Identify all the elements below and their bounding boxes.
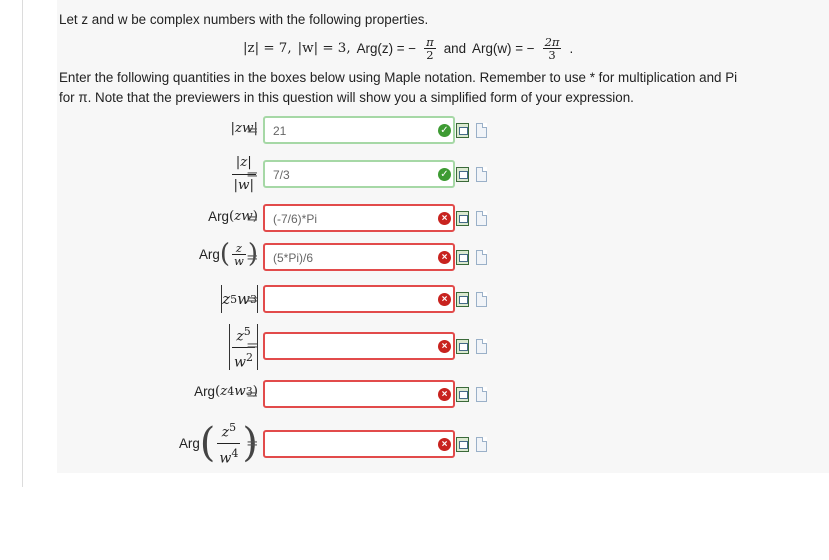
document-help-icon[interactable] [476, 123, 487, 138]
answer-input-4[interactable]: (5*Pi)/6 [263, 243, 455, 271]
equation-preview-icon[interactable] [456, 339, 469, 354]
equals-sign: = [246, 248, 259, 266]
arg-z-fraction: π 2 [424, 35, 436, 62]
and-text: and [443, 40, 467, 56]
x-circle-icon: × [438, 340, 451, 353]
check-circle-icon: ✓ [438, 168, 451, 181]
answer-row-2: |z| |w| = 7/3 ✓ [0, 155, 829, 196]
answer-input-3[interactable]: (-7/6)*Pi [263, 204, 455, 232]
arg-w-prefix: Arg(w) = − [472, 40, 535, 56]
arg-w-fraction: 2π 3 [542, 35, 562, 62]
answer-input-5[interactable] [263, 285, 455, 313]
document-help-icon[interactable] [476, 387, 487, 402]
equals-sign: = [246, 434, 259, 452]
answer-row-8: Arg ( z5 w4 ) = × [0, 418, 829, 470]
answer-input-1[interactable]: 21 [263, 116, 455, 144]
document-help-icon[interactable] [476, 339, 487, 354]
x-circle-icon: × [438, 438, 451, 451]
check-circle-icon: ✓ [438, 124, 451, 137]
answer-input-6[interactable] [263, 332, 455, 360]
document-help-icon[interactable] [476, 292, 487, 307]
answer-input-2[interactable]: 7/3 [263, 160, 455, 188]
document-help-icon[interactable] [476, 250, 487, 265]
answer-row-1: | zw | = 21 ✓ [0, 116, 829, 146]
arg-z-prefix: Arg(z) = − [356, 40, 417, 56]
equals-sign: = [246, 121, 259, 139]
equation-preview-icon[interactable] [456, 167, 469, 182]
x-circle-icon: × [438, 212, 451, 225]
answer-input-8[interactable] [263, 430, 455, 458]
equation-preview-icon[interactable] [456, 437, 469, 452]
equals-sign: = [246, 290, 259, 308]
equals-sign: = [246, 336, 259, 354]
equation-preview-icon[interactable] [456, 250, 469, 265]
equation-preview-icon[interactable] [456, 387, 469, 402]
document-help-icon[interactable] [476, 211, 487, 226]
answer-row-7: Arg( z4 w3 ) = × [0, 380, 829, 410]
equation-preview-icon[interactable] [456, 123, 469, 138]
equals-sign: = [246, 209, 259, 227]
answer-row-3: Arg(zw) = (-7/6)*Pi × [0, 204, 829, 234]
answer-row-5: z5 w3 = × [0, 283, 829, 315]
answer-row-6: z5 w2 = × [0, 322, 829, 372]
equals-sign: = [246, 385, 259, 403]
equation-preview-icon[interactable] [456, 211, 469, 226]
answer-row-4: Arg ( z w ) = (5*Pi)/6 × [0, 241, 829, 275]
document-help-icon[interactable] [476, 437, 487, 452]
x-circle-icon: × [438, 293, 451, 306]
equals-sign: = [246, 165, 259, 183]
answer-input-7[interactable] [263, 380, 455, 408]
document-help-icon[interactable] [476, 167, 487, 182]
intro-text: Let z and w be complex numbers with the … [59, 12, 429, 27]
instructions-line-1: Enter the following quantities in the bo… [59, 70, 738, 85]
properties-line: |z| = 7, |w| = 3, Arg(z) = − π 2 and Arg… [243, 35, 574, 62]
w-modulus: |w| = 3, [297, 40, 351, 56]
instructions-line-2: for π. Note that the previewers in this … [59, 90, 634, 105]
z-modulus: |z| = 7, [243, 40, 292, 56]
x-circle-icon: × [438, 388, 451, 401]
equation-preview-icon[interactable] [456, 292, 469, 307]
x-circle-icon: × [438, 251, 451, 264]
